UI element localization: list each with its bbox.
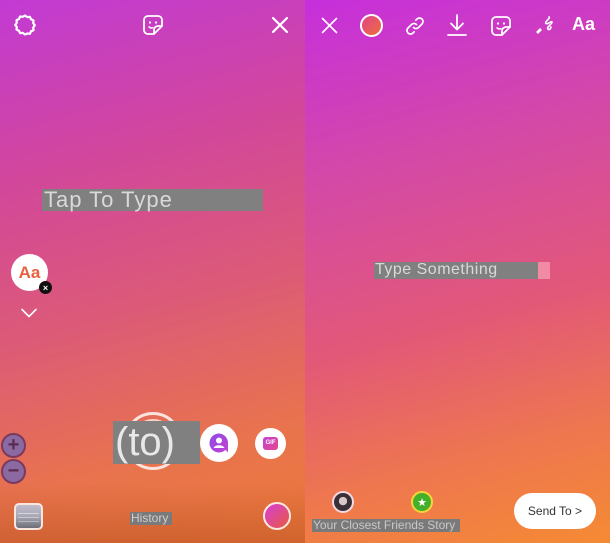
- close-icon: [321, 17, 337, 33]
- font-style-label: Aa: [18, 262, 41, 282]
- text-input-placeholder[interactable]: Type Something: [374, 262, 550, 279]
- your-story-avatar[interactable]: [332, 491, 354, 513]
- audience-label: Your Closest Friends Story: [312, 519, 460, 532]
- closest-friends-button[interactable]: ★: [411, 491, 433, 513]
- remove-badge[interactable]: ×: [39, 281, 52, 294]
- zoom-in-button[interactable]: +: [1, 433, 26, 458]
- gallery-thumbnail[interactable]: [14, 503, 43, 530]
- draw-button[interactable]: [532, 13, 556, 37]
- gif-icon: GIF: [263, 437, 278, 450]
- editor-close-button[interactable]: [319, 15, 339, 35]
- mention-button[interactable]: [200, 424, 238, 462]
- settings-button[interactable]: [12, 12, 38, 38]
- text-input-placeholder-label: Type Something: [375, 261, 498, 278]
- close-icon: [271, 16, 289, 34]
- sticker-icon: [491, 16, 511, 36]
- gear-icon: [14, 14, 36, 36]
- collapse-button[interactable]: [20, 306, 38, 320]
- color-picker-button[interactable]: [263, 502, 291, 530]
- zoom-out-button[interactable]: −: [1, 459, 26, 484]
- download-button[interactable]: [446, 12, 468, 38]
- mention-icon: [209, 433, 229, 453]
- link-icon: [406, 17, 424, 35]
- color-button[interactable]: [360, 14, 383, 37]
- chevron-down-icon: [21, 308, 37, 318]
- gif-button[interactable]: GIF: [255, 428, 286, 459]
- history-label[interactable]: History: [130, 512, 172, 525]
- star-icon: ★: [417, 496, 427, 509]
- sticker-icon: [143, 15, 163, 35]
- download-icon: [447, 14, 467, 36]
- text-caret: [538, 262, 550, 279]
- text-tool-button[interactable]: Aa: [572, 14, 595, 35]
- editor-sticker-button[interactable]: [489, 14, 513, 38]
- sticker-button[interactable]: [141, 13, 165, 37]
- send-to-button[interactable]: Send To >: [514, 493, 596, 529]
- link-button[interactable]: [403, 14, 427, 38]
- close-button[interactable]: [269, 14, 291, 36]
- shutter-label: (to): [113, 421, 200, 464]
- text-placeholder[interactable]: Tap To Type: [42, 189, 263, 211]
- font-style-button[interactable]: Aa ×: [11, 254, 52, 294]
- draw-icon: [536, 16, 553, 34]
